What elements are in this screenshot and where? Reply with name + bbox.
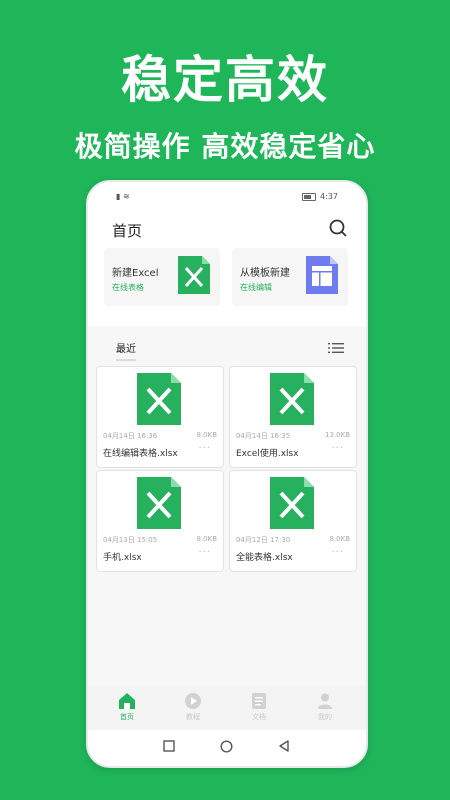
quick-actions: 新建Excel 在线表格 从模板新建 在线编辑 [88,246,366,326]
recent-header: 最近 [88,332,366,362]
card-subtitle: 在线编辑 [240,283,272,292]
excel-file-icon [137,373,181,425]
status-icons: ▮ ≋ [116,192,130,201]
template-icon [306,256,338,294]
tab-tutorial[interactable]: 教程 [168,692,218,722]
promo-headline: 稳定高效 [121,51,329,109]
new-excel-card[interactable]: 新建Excel 在线表格 [104,248,220,306]
card-subtitle: 在线表格 [112,283,144,292]
tab-recent[interactable]: 最近 [116,340,136,361]
tab-home[interactable]: 首页 [102,692,152,722]
list-view-icon[interactable] [328,342,344,354]
home-nav-icon[interactable] [220,740,233,753]
file-date: 04月12日 17:30 [236,536,291,544]
file-card[interactable]: 04月14日 16:36 8.0KB 在线编辑表格.xlsx ··· [96,366,224,468]
file-card[interactable]: 04月14日 16:35 13.0KB Excel使用.xlsx ··· [229,366,357,468]
file-card[interactable]: 04月13日 15:05 8.0KB 手机.xlsx ··· [96,470,224,572]
play-icon [185,693,201,709]
tab-label: 首页 [120,713,134,721]
app-header: 首页 [88,212,366,246]
excel-icon [178,256,210,294]
tab-label: 教程 [186,713,200,721]
card-title: 新建Excel [112,268,159,279]
status-time: 4:37 [320,192,338,201]
page-title: 首页 [112,222,143,240]
tab-label: 文档 [252,713,266,721]
card-title: 从模板新建 [240,268,290,279]
tab-profile[interactable]: 我的 [300,692,350,722]
system-nav-bar [88,730,366,766]
template-card[interactable]: 从模板新建 在线编辑 [232,248,348,306]
file-size: 8.0KB [329,535,350,543]
back-icon[interactable] [278,740,290,752]
file-name: 全能表格.xlsx [236,553,293,563]
status-bar: ▮ ≋ 61 4:37 [88,182,366,212]
more-icon[interactable]: ··· [198,547,211,558]
file-date: 04月14日 16:36 [103,432,158,440]
home-icon [119,693,135,709]
document-icon [252,693,266,709]
promo-subline: 极简操作 高效稳定省心 [74,130,376,163]
tab-label: 我的 [318,713,332,721]
file-name: Excel使用.xlsx [236,449,299,459]
battery-icon [302,192,317,201]
user-icon [318,693,332,709]
file-size: 13.0KB [325,431,350,439]
tab-documents[interactable]: 文档 [234,692,284,722]
bottom-tab-bar: 首页 教程 文档 我的 [88,686,366,730]
more-icon[interactable]: ··· [331,547,344,558]
search-icon[interactable] [328,218,348,238]
excel-file-icon [270,373,314,425]
file-date: 04月14日 16:35 [236,432,291,440]
more-icon[interactable]: ··· [198,443,211,454]
excel-file-icon [270,477,314,529]
recent-apps-icon[interactable] [163,740,175,752]
file-card[interactable]: 04月12日 17:30 8.0KB 全能表格.xlsx ··· [229,470,357,572]
more-icon[interactable]: ··· [331,443,344,454]
file-name: 手机.xlsx [103,553,142,563]
file-size: 8.0KB [196,431,217,439]
file-date: 04月13日 15:05 [103,536,158,544]
file-size: 8.0KB [196,535,217,543]
file-name: 在线编辑表格.xlsx [103,449,178,459]
phone-frame: ▮ ≋ 61 4:37 首页 新建Excel 在线表格 从模板新建 在线编辑 [86,180,368,768]
excel-file-icon [137,477,181,529]
